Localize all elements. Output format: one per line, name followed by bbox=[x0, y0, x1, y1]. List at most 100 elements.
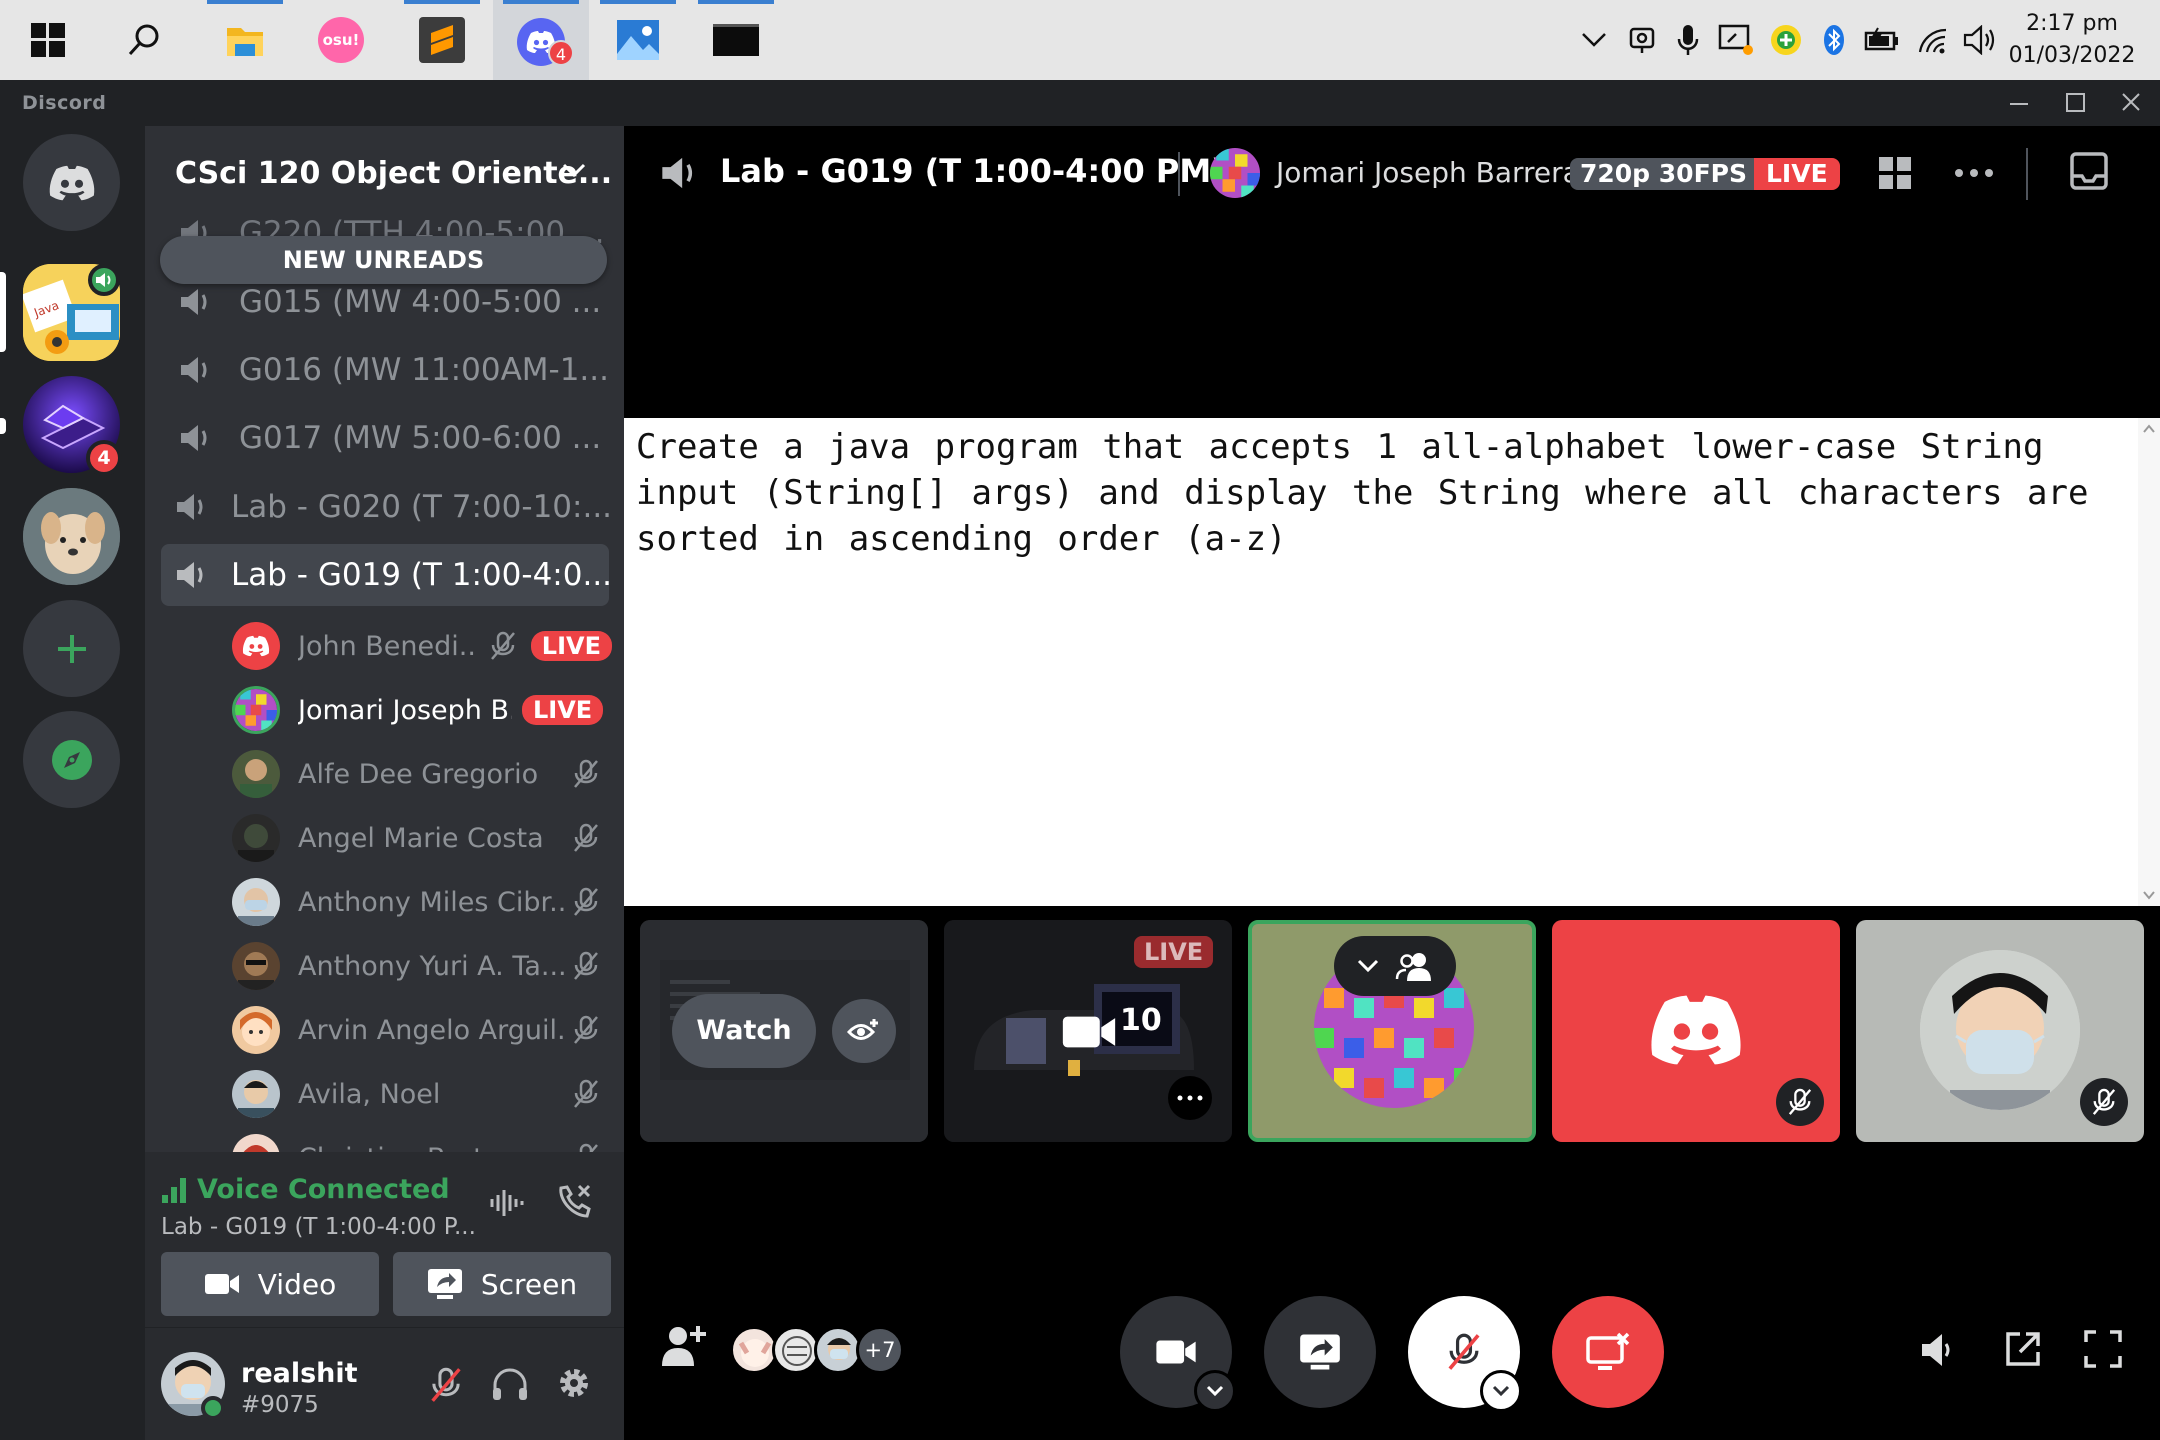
speaking-user-tile[interactable] bbox=[1248, 920, 1536, 1142]
screen-share-button[interactable]: Screen bbox=[393, 1252, 611, 1316]
voice-status[interactable]: Voice Connected bbox=[161, 1174, 450, 1205]
popout-icon[interactable] bbox=[2004, 1330, 2042, 1368]
participant-avatar[interactable] bbox=[772, 1326, 820, 1374]
volume-icon[interactable] bbox=[1920, 1330, 1956, 1370]
headphones-icon[interactable] bbox=[491, 1366, 529, 1402]
terminal-icon bbox=[713, 24, 759, 56]
streamer-avatar[interactable] bbox=[1210, 148, 1260, 198]
clock-time: 2:17 pm bbox=[2026, 11, 2118, 36]
voice-user[interactable]: Alfe Dee Gregorio bbox=[232, 744, 612, 804]
inbox-icon[interactable] bbox=[2070, 152, 2108, 190]
tile-overlay-controls[interactable] bbox=[1334, 936, 1456, 996]
user-tile-discord-avatar[interactable] bbox=[1552, 920, 1840, 1142]
running-indicator bbox=[207, 0, 283, 4]
noise-suppression-icon[interactable] bbox=[489, 1186, 525, 1220]
channel-name: Lab - G019 (T 1:00-4:0... bbox=[231, 557, 609, 593]
bluetooth-icon[interactable] bbox=[1816, 22, 1852, 58]
voice-user[interactable]: Angel Marie Costa bbox=[232, 808, 612, 868]
pixel-avatar-icon bbox=[235, 689, 277, 731]
voice-user[interactable]: Anthony Miles Cibr... bbox=[232, 872, 612, 932]
chevron-down-icon bbox=[561, 162, 587, 180]
osu-app[interactable]: osu! bbox=[293, 0, 389, 80]
header-divider bbox=[2026, 148, 2028, 200]
screen-share-toggle-button[interactable] bbox=[1264, 1296, 1376, 1408]
photos-icon bbox=[617, 20, 659, 60]
more-participants-count[interactable]: +7 bbox=[856, 1326, 904, 1374]
screen-share-status-icon[interactable] bbox=[1716, 22, 1756, 58]
voice-channel[interactable]: G016 (MW 11:00AM-1... bbox=[161, 339, 609, 401]
taskbar-clock[interactable]: 2:17 pm 01/03/2022 bbox=[2002, 8, 2142, 72]
call-channel-title: Lab - G019 (T 1:00-4:00 PM) bbox=[720, 152, 1226, 190]
voice-channel-name[interactable]: Lab - G019 (T 1:00-4:00 P... bbox=[161, 1214, 476, 1240]
settings-gear-icon[interactable] bbox=[555, 1364, 593, 1402]
voice-user[interactable]: Arvin Angelo Arguil... bbox=[232, 1000, 612, 1060]
participants-icon[interactable] bbox=[1395, 951, 1435, 981]
voice-channel[interactable]: G017 (MW 5:00-6:00 ... bbox=[161, 407, 609, 469]
file-explorer-app[interactable] bbox=[197, 0, 293, 80]
voice-channel[interactable]: Lab - G020 (T 7:00-10:... bbox=[161, 476, 609, 538]
voice-user[interactable]: John Benedi... LIVE bbox=[232, 616, 612, 676]
grid-layout-icon[interactable] bbox=[1878, 156, 1912, 190]
stream-scrollbar[interactable] bbox=[2138, 418, 2160, 906]
watch-stream-button[interactable]: Watch bbox=[672, 994, 816, 1068]
call-view: Lab - G019 (T 1:00-4:00 PM) Jomari Josep… bbox=[624, 126, 2160, 1440]
running-indicator bbox=[698, 0, 774, 4]
volume-icon[interactable] bbox=[1960, 22, 2000, 58]
terminal-app[interactable] bbox=[688, 0, 784, 80]
video-button-label: Video bbox=[257, 1267, 337, 1301]
minimize-icon[interactable] bbox=[2004, 90, 2034, 116]
invite-user-icon[interactable] bbox=[660, 1322, 708, 1368]
screen-share-icon bbox=[1300, 1334, 1340, 1370]
webcam-icon[interactable] bbox=[1624, 22, 1660, 58]
discord-logo-icon bbox=[47, 164, 97, 202]
discord-notification-badge: 4 bbox=[548, 40, 574, 66]
battery-icon[interactable] bbox=[1862, 22, 1902, 58]
server-puppy[interactable] bbox=[23, 488, 120, 585]
stop-streaming-button[interactable] bbox=[1552, 1296, 1664, 1408]
search-button[interactable] bbox=[96, 0, 192, 80]
video-button[interactable]: Video bbox=[161, 1252, 379, 1316]
photos-app[interactable] bbox=[590, 0, 686, 80]
stream-preview-tile[interactable]: Watch bbox=[640, 920, 928, 1142]
maximize-icon[interactable] bbox=[2060, 90, 2090, 116]
chevron-up-icon[interactable] bbox=[1576, 22, 1612, 58]
voice-user[interactable]: Jomari Joseph B... LIVE bbox=[232, 680, 612, 740]
speaker-icon bbox=[175, 491, 211, 523]
voice-channel-selected[interactable]: Lab - G019 (T 1:00-4:0... bbox=[161, 544, 609, 606]
server-name: CSci 120 Object Oriente... bbox=[175, 156, 613, 191]
microphone-icon[interactable] bbox=[1670, 22, 1706, 58]
user-tile-photo[interactable] bbox=[1856, 920, 2144, 1142]
antivirus-icon[interactable] bbox=[1766, 22, 1806, 58]
voice-user[interactable]: Avila, Noel bbox=[232, 1064, 612, 1124]
wifi-icon[interactable] bbox=[1914, 22, 1954, 58]
voice-user-name: John Benedi... bbox=[298, 630, 477, 662]
add-server-button[interactable] bbox=[23, 600, 120, 697]
more-options-icon[interactable] bbox=[1954, 168, 1994, 178]
svg-text:10: 10 bbox=[1120, 1003, 1162, 1038]
voice-user[interactable]: Anthony Yuri A. Ta... bbox=[232, 936, 612, 996]
live-badge: LIVE bbox=[522, 695, 604, 725]
stream-view[interactable]: Create a java program that accepts 1 all… bbox=[624, 418, 2160, 906]
disconnect-call-icon[interactable] bbox=[555, 1182, 595, 1222]
mute-microphone-icon[interactable] bbox=[429, 1366, 463, 1404]
participant-avatar[interactable] bbox=[730, 1326, 778, 1374]
camera-options-chevron-icon[interactable] bbox=[1194, 1370, 1236, 1412]
tile-muted-icon bbox=[1776, 1078, 1824, 1126]
participant-avatar[interactable] bbox=[814, 1326, 862, 1374]
unread-pill bbox=[0, 418, 6, 434]
server-header[interactable]: CSci 120 Object Oriente... bbox=[145, 126, 624, 222]
explore-servers-button[interactable] bbox=[23, 711, 120, 808]
fullscreen-icon[interactable] bbox=[2084, 1330, 2122, 1368]
close-icon[interactable] bbox=[2116, 90, 2146, 116]
mic-options-chevron-icon[interactable] bbox=[1480, 1370, 1522, 1412]
watch-with-popout-button[interactable] bbox=[832, 999, 896, 1063]
home-button[interactable] bbox=[23, 134, 120, 231]
camera-off-stream-tile[interactable]: 10 LIVE bbox=[944, 920, 1232, 1142]
tile-more-options-icon[interactable] bbox=[1168, 1076, 1212, 1120]
folder-icon bbox=[225, 22, 265, 58]
sublime-text-app[interactable] bbox=[394, 0, 490, 80]
chevron-down-icon[interactable] bbox=[1356, 958, 1380, 974]
start-button[interactable] bbox=[0, 0, 96, 80]
new-unreads-banner[interactable]: NEW UNREADS bbox=[160, 236, 607, 284]
discord-app[interactable]: 4 bbox=[493, 0, 589, 80]
